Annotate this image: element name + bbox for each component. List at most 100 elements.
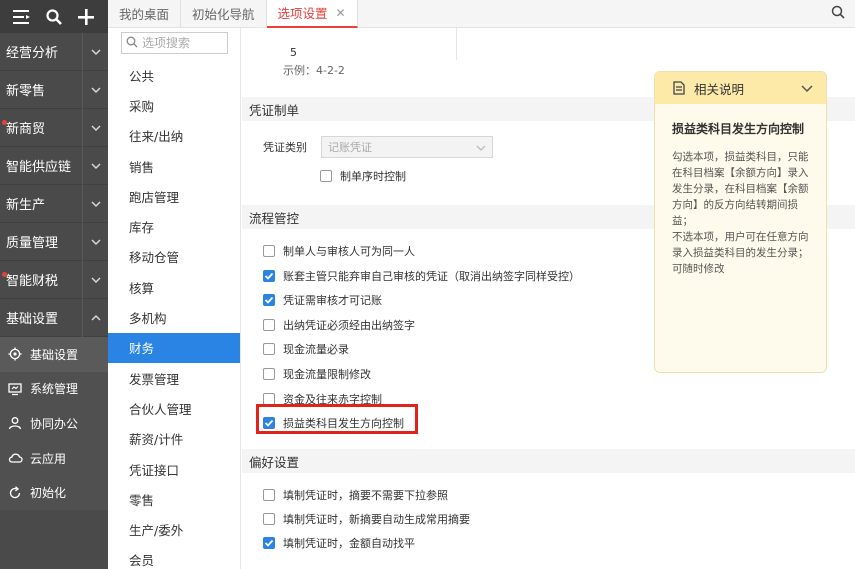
category-item[interactable]: 生产/委外 <box>108 514 240 544</box>
nav-item-label: 新商贸 <box>6 122 46 137</box>
nav-item[interactable]: 新商贸 <box>0 108 108 147</box>
chevron-down-icon[interactable] <box>82 222 108 261</box>
checkbox[interactable] <box>263 343 275 356</box>
person-icon <box>7 415 23 431</box>
nav-item-label: 基础设置 <box>6 312 59 327</box>
checkbox[interactable] <box>263 318 275 331</box>
tab-init-nav[interactable]: 初始化导航 <box>181 0 267 28</box>
flow-option[interactable]: 现金流量必录 <box>263 341 349 357</box>
option-search-input[interactable] <box>142 36 226 50</box>
sequence-label: 制单序时控制 <box>340 170 406 183</box>
category-item[interactable]: 薪资/计件 <box>108 424 240 454</box>
sequence-control-row[interactable]: 制单序时控制 <box>320 168 406 184</box>
option-label: 制单人与审核人可为同一人 <box>283 245 415 258</box>
tab-desktop[interactable]: 我的桌面 <box>108 0 182 28</box>
chevron-up-icon[interactable] <box>82 298 108 337</box>
search-icon[interactable] <box>43 6 65 28</box>
nav-sub-label: 协同办公 <box>30 416 79 431</box>
highlight-box <box>256 404 418 434</box>
sample-box <box>282 28 457 60</box>
option-label: 出纳凭证必须经由出纳签字 <box>283 318 415 332</box>
category-item[interactable]: 会员 <box>108 545 240 569</box>
nav-item-label: 智能财税 <box>6 274 59 289</box>
chevron-down-icon[interactable] <box>82 184 108 223</box>
sequence-checkbox[interactable] <box>320 170 332 182</box>
category-item[interactable]: 往来/出纳 <box>108 121 240 151</box>
notification-dot <box>2 120 7 125</box>
nav-item[interactable]: 基础设置 <box>0 298 108 337</box>
nav-sub-item[interactable]: 系统管理 <box>0 371 108 407</box>
nav-sub-item[interactable]: 云应用 <box>0 440 108 476</box>
checkbox[interactable] <box>263 513 275 525</box>
flow-option[interactable]: 凭证需审核才可记账 <box>263 292 382 308</box>
nav-item-label: 新生产 <box>6 198 46 213</box>
help-panel: 相关说明 损益类科目发生方向控制 勾选本项，损益类科目，只能在科目档案【余额方向… <box>654 71 827 373</box>
help-header-label: 相关说明 <box>694 81 745 97</box>
nav-item-label: 质量管理 <box>6 236 59 251</box>
chevron-down-icon[interactable] <box>82 108 108 147</box>
flow-option[interactable]: 出纳凭证必须经由出纳签字 <box>263 317 415 333</box>
nav-sub-label: 初始化 <box>30 486 67 501</box>
category-item[interactable]: 零售 <box>108 484 240 514</box>
help-header[interactable]: 相关说明 <box>655 72 826 104</box>
checkbox[interactable] <box>263 537 275 549</box>
category-item[interactable]: 多机构 <box>108 302 240 332</box>
nav-item[interactable]: 经营分析 <box>0 32 108 71</box>
flow-option[interactable]: 现金流量限制修改 <box>263 366 371 382</box>
category-item[interactable]: 合伙人管理 <box>108 393 240 423</box>
category-item[interactable]: 公共 <box>108 60 240 90</box>
category-item[interactable]: 移动仓管 <box>108 242 240 272</box>
category-item[interactable]: 财务 <box>108 332 240 363</box>
category-item[interactable]: 跑店管理 <box>108 181 240 211</box>
chevron-down-icon[interactable] <box>82 260 108 299</box>
close-icon[interactable]: ✕ <box>336 6 346 20</box>
pref-option[interactable]: 填制凭证时，摘要不需要下拉参照 <box>263 487 448 503</box>
flow-option[interactable]: 制单人与审核人可为同一人 <box>263 243 415 259</box>
category-item[interactable]: 采购 <box>108 90 240 120</box>
category-item[interactable]: 凭证接口 <box>108 454 240 484</box>
chevron-down-icon[interactable] <box>82 146 108 185</box>
nav-item[interactable]: 智能供应链 <box>0 146 108 185</box>
nav-sub-label: 系统管理 <box>30 382 79 397</box>
nav-item-label: 经营分析 <box>6 46 59 61</box>
tab-bar: 我的桌面 初始化导航 选项设置 ✕ <box>108 0 855 28</box>
chevron-down-icon[interactable] <box>82 32 108 71</box>
option-label: 凭证需审核才可记账 <box>283 294 382 308</box>
nav-sub-item[interactable]: 基础设置 <box>0 337 108 372</box>
pref-option[interactable]: 填制凭证时，金额自动找平 <box>263 535 415 551</box>
nav-sub-item[interactable]: 协同办公 <box>0 406 108 441</box>
voucher-type-select[interactable]: 记账凭证 <box>321 136 493 158</box>
pref-option[interactable]: 填制凭证时，新摘要自动生成常用摘要 <box>263 511 470 527</box>
menu-icon[interactable] <box>11 6 33 28</box>
notification-dot <box>2 272 7 277</box>
category-item[interactable]: 核算 <box>108 272 240 302</box>
nav-item[interactable]: 新生产 <box>0 184 108 223</box>
checkbox[interactable] <box>263 392 275 405</box>
nav-item[interactable]: 新零售 <box>0 70 108 109</box>
sample-value: 5 <box>290 46 297 59</box>
checkbox[interactable] <box>263 245 275 257</box>
tab-options[interactable]: 选项设置 ✕ <box>266 0 358 28</box>
category-item[interactable]: 销售 <box>108 151 240 181</box>
voucher-type-row: 凭证类别 记账凭证 <box>263 136 493 158</box>
category-item[interactable]: 库存 <box>108 211 240 241</box>
flow-option[interactable]: 账套主管只能弃审自己审核的凭证（取消出纳签字同样受控） <box>263 268 580 284</box>
checkbox[interactable] <box>263 368 275 380</box>
left-nav: 经营分析新零售新商贸智能供应链新生产质量管理智能财税基础设置 基础设置系统管理协… <box>0 0 108 569</box>
tab-label: 我的桌面 <box>119 7 170 22</box>
nav-item[interactable]: 智能财税 <box>0 260 108 299</box>
chevron-down-icon[interactable] <box>800 81 814 95</box>
checkbox[interactable] <box>263 294 275 307</box>
category-item[interactable]: 发票管理 <box>108 363 240 393</box>
checkbox[interactable] <box>263 489 275 501</box>
nav-toolbar <box>0 0 108 33</box>
plus-icon[interactable] <box>75 6 97 28</box>
nav-sub-item[interactable]: 初始化 <box>0 475 108 510</box>
nav-item-label: 智能供应链 <box>6 160 72 175</box>
nav-item[interactable]: 质量管理 <box>0 222 108 261</box>
nav-item-label: 新零售 <box>6 84 46 99</box>
search-icon[interactable] <box>831 5 847 21</box>
checkbox[interactable] <box>263 269 275 282</box>
chevron-down-icon[interactable] <box>82 70 108 109</box>
option-label: 现金流量限制修改 <box>283 368 371 381</box>
